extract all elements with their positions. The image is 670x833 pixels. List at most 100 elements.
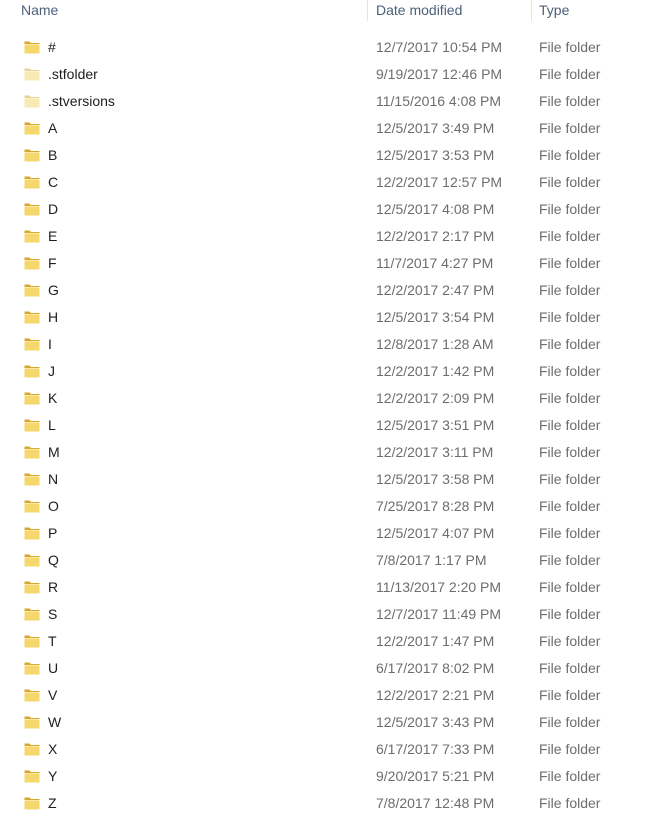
item-name: C bbox=[48, 174, 59, 190]
item-type: File folder bbox=[539, 39, 601, 55]
list-item[interactable]: P 12/5/2017 4:07 PM File folder bbox=[0, 520, 670, 547]
item-date-modified: 12/2/2017 1:47 PM bbox=[376, 633, 495, 649]
item-name: J bbox=[48, 363, 55, 379]
column-divider[interactable] bbox=[531, 0, 532, 21]
item-type: File folder bbox=[539, 66, 601, 82]
item-date-modified: 12/2/2017 2:21 PM bbox=[376, 687, 495, 703]
item-type: File folder bbox=[539, 471, 601, 487]
list-item[interactable]: F 11/7/2017 4:27 PM File folder bbox=[0, 250, 670, 277]
folder-icon bbox=[24, 769, 40, 783]
folder-icon bbox=[24, 391, 40, 405]
folder-icon bbox=[24, 661, 40, 675]
list-item[interactable]: C 12/2/2017 12:57 PM File folder bbox=[0, 169, 670, 196]
list-item[interactable]: G 12/2/2017 2:47 PM File folder bbox=[0, 277, 670, 304]
item-name: X bbox=[48, 741, 58, 757]
item-date-modified: 12/5/2017 3:58 PM bbox=[376, 471, 495, 487]
item-type: File folder bbox=[539, 741, 601, 757]
item-name: D bbox=[48, 201, 59, 217]
list-item[interactable]: L 12/5/2017 3:51 PM File folder bbox=[0, 412, 670, 439]
item-date-modified: 7/8/2017 12:48 PM bbox=[376, 795, 495, 811]
item-name: T bbox=[48, 633, 57, 649]
folder-icon bbox=[24, 202, 40, 216]
item-type: File folder bbox=[539, 147, 601, 163]
item-type: File folder bbox=[539, 228, 601, 244]
folder-icon bbox=[24, 418, 40, 432]
folder-icon bbox=[24, 499, 40, 513]
folder-icon bbox=[24, 94, 40, 108]
list-item[interactable]: R 11/13/2017 2:20 PM File folder bbox=[0, 574, 670, 601]
folder-icon bbox=[24, 472, 40, 486]
file-explorer-details-view: Name Date modified Type #12/7/2017 10:54… bbox=[0, 0, 670, 833]
list-item[interactable]: W 12/5/2017 3:43 PM File folder bbox=[0, 709, 670, 736]
item-name: H bbox=[48, 309, 59, 325]
item-type: File folder bbox=[539, 795, 601, 811]
list-item[interactable]: X 6/17/2017 7:33 PM File folder bbox=[0, 736, 670, 763]
list-item[interactable]: J 12/2/2017 1:42 PM File folder bbox=[0, 358, 670, 385]
folder-icon bbox=[24, 337, 40, 351]
folder-icon bbox=[24, 715, 40, 729]
column-divider[interactable] bbox=[367, 0, 368, 21]
list-item[interactable]: V 12/2/2017 2:21 PM File folder bbox=[0, 682, 670, 709]
list-item[interactable]: I 12/8/2017 1:28 AM File folder bbox=[0, 331, 670, 358]
item-type: File folder bbox=[539, 309, 601, 325]
list-item[interactable]: O 7/25/2017 8:28 PM File folder bbox=[0, 493, 670, 520]
item-date-modified: 12/5/2017 3:43 PM bbox=[376, 714, 495, 730]
item-type: File folder bbox=[539, 444, 601, 460]
item-name: G bbox=[48, 282, 59, 298]
list-item[interactable]: M 12/2/2017 3:11 PM File folder bbox=[0, 439, 670, 466]
item-type: File folder bbox=[539, 174, 601, 190]
item-date-modified: 12/5/2017 4:07 PM bbox=[376, 525, 495, 541]
item-date-modified: 12/8/2017 1:28 AM bbox=[376, 336, 494, 352]
item-date-modified: 7/25/2017 8:28 PM bbox=[376, 498, 495, 514]
item-date-modified: 12/5/2017 3:54 PM bbox=[376, 309, 495, 325]
item-name: I bbox=[48, 336, 52, 352]
item-type: File folder bbox=[539, 552, 601, 568]
list-item[interactable]: Y 9/20/2017 5:21 PM File folder bbox=[0, 763, 670, 790]
folder-icon bbox=[24, 283, 40, 297]
list-item[interactable]: N 12/5/2017 3:58 PM File folder bbox=[0, 466, 670, 493]
list-item[interactable]: .stfolder 9/19/2017 12:46 PM File folder bbox=[0, 61, 670, 88]
column-header-date-modified[interactable]: Date modified bbox=[376, 0, 526, 21]
column-header-bar: Name Date modified Type bbox=[0, 0, 670, 21]
item-type: File folder bbox=[539, 687, 601, 703]
item-date-modified: 12/5/2017 3:53 PM bbox=[376, 147, 495, 163]
list-item[interactable]: H 12/5/2017 3:54 PM File folder bbox=[0, 304, 670, 331]
list-item[interactable]: S 12/7/2017 11:49 PM File folder bbox=[0, 601, 670, 628]
item-name: M bbox=[48, 444, 60, 460]
folder-icon bbox=[24, 148, 40, 162]
item-date-modified: 12/5/2017 4:08 PM bbox=[376, 201, 495, 217]
item-date-modified: 12/5/2017 3:49 PM bbox=[376, 120, 495, 136]
item-name: W bbox=[48, 714, 62, 730]
item-name: U bbox=[48, 660, 59, 676]
list-item[interactable]: D 12/5/2017 4:08 PM File folder bbox=[0, 196, 670, 223]
item-date-modified: 9/20/2017 5:21 PM bbox=[376, 768, 495, 784]
list-item[interactable]: .stversions 11/15/2016 4:08 PM File folder bbox=[0, 88, 670, 115]
item-type: File folder bbox=[539, 660, 601, 676]
list-item[interactable]: T 12/2/2017 1:47 PM File folder bbox=[0, 628, 670, 655]
item-type: File folder bbox=[539, 714, 601, 730]
item-type: File folder bbox=[539, 768, 601, 784]
item-date-modified: 12/2/2017 2:47 PM bbox=[376, 282, 495, 298]
list-item[interactable]: A 12/5/2017 3:49 PM File folder bbox=[0, 115, 670, 142]
list-item[interactable]: K 12/2/2017 2:09 PM File folder bbox=[0, 385, 670, 412]
folder-icon bbox=[24, 364, 40, 378]
item-name: F bbox=[48, 255, 57, 271]
item-type: File folder bbox=[539, 201, 601, 217]
folder-icon bbox=[24, 580, 40, 594]
column-header-type[interactable]: Type bbox=[539, 0, 670, 21]
item-date-modified: 12/7/2017 11:49 PM bbox=[376, 606, 502, 622]
list-item[interactable]: U 6/17/2017 8:02 PM File folder bbox=[0, 655, 670, 682]
column-header-name[interactable]: Name bbox=[21, 0, 366, 21]
folder-icon bbox=[24, 634, 40, 648]
list-item[interactable]: Z 7/8/2017 12:48 PM File folder bbox=[0, 790, 670, 817]
list-item[interactable]: B 12/5/2017 3:53 PM File folder bbox=[0, 142, 670, 169]
list-item[interactable]: Q 7/8/2017 1:17 PM File folder bbox=[0, 547, 670, 574]
item-type: File folder bbox=[539, 282, 601, 298]
folder-icon bbox=[24, 607, 40, 621]
item-type: File folder bbox=[539, 579, 601, 595]
list-item[interactable]: E 12/2/2017 2:17 PM File folder bbox=[0, 223, 670, 250]
list-item[interactable]: #12/7/2017 10:54 PM File folder bbox=[0, 34, 670, 61]
item-date-modified: 6/17/2017 7:33 PM bbox=[376, 741, 495, 757]
item-name: O bbox=[48, 498, 59, 514]
item-date-modified: 12/2/2017 2:17 PM bbox=[376, 228, 495, 244]
